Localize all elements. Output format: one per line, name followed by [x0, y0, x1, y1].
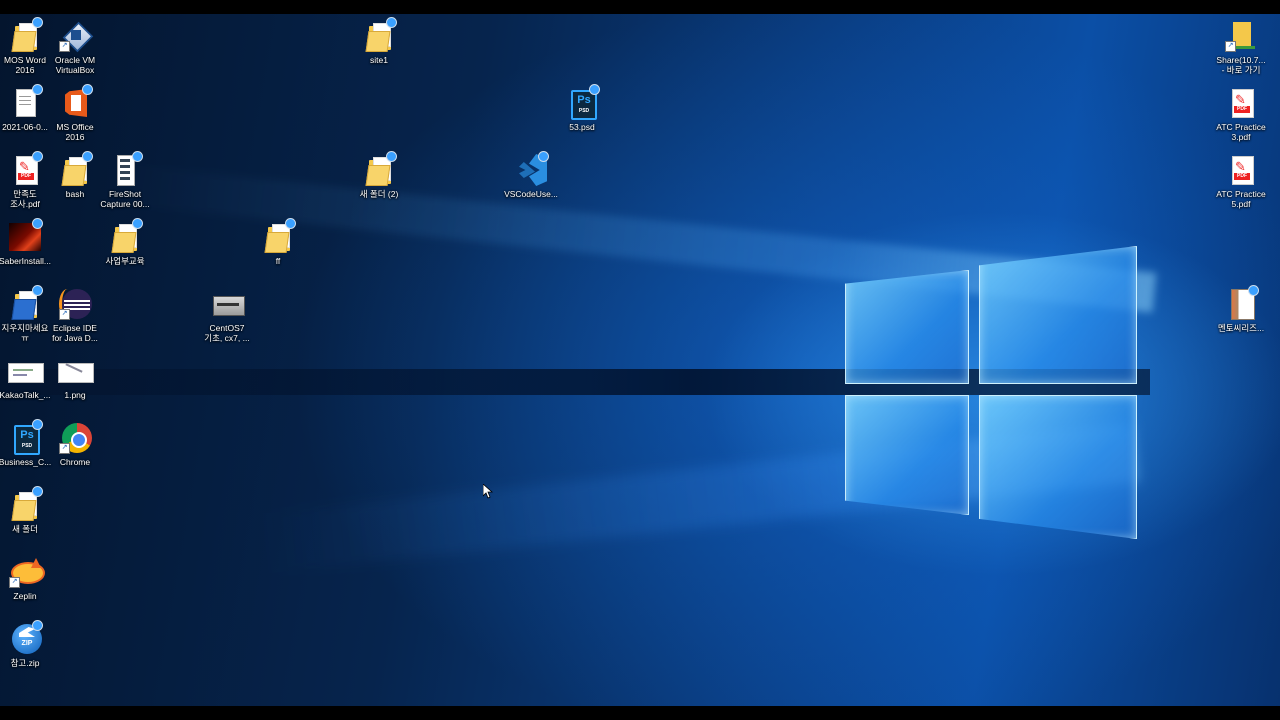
icon-label: 새 폴더	[12, 524, 38, 534]
desktop-icon-business-edu[interactable]: 사업부교육	[100, 218, 150, 266]
icon-label: MS Office 2016	[56, 122, 94, 142]
folder-icon	[11, 486, 43, 521]
pdf-icon: ✎ PDF	[1227, 87, 1255, 119]
desktop-icon-new-folder[interactable]: 새 폴더	[0, 486, 50, 534]
desktop-icon-ref-zip[interactable]: ZIP 참고.zip	[0, 620, 50, 668]
icon-label: FireShot Capture 00...	[100, 189, 150, 209]
folder-icon	[365, 151, 397, 186]
pdf-icon: ✎ PDF	[1227, 154, 1255, 186]
folder-icon	[61, 151, 93, 186]
desktop-icon-png1[interactable]: 1.png	[50, 355, 100, 400]
light-beam	[0, 369, 1150, 395]
windows-logo-pane-br	[979, 395, 1137, 539]
icon-label: ATC Practice 5.pdf	[1216, 189, 1266, 209]
virtualbox-icon: ↗	[59, 20, 94, 53]
pdf-icon: ✎ PDF	[11, 151, 43, 186]
document-icon	[11, 84, 43, 119]
icon-label: Share(10.7... - 바로 가기	[1216, 55, 1266, 75]
icon-label: ff	[275, 256, 281, 266]
folder-icon	[11, 285, 43, 320]
icon-label: 사업부교육	[105, 256, 145, 266]
virtual-disk-icon	[213, 288, 245, 320]
desktop-icon-vscode[interactable]: VSCodeUse...	[504, 151, 558, 199]
desktop-icon-kakaotalk[interactable]: KakaoTalk_...	[0, 355, 51, 400]
desktop-icon-psd-53[interactable]: Ps PSD 53.psd	[557, 84, 607, 132]
folder-icon	[111, 218, 143, 253]
archive-icon	[1227, 285, 1259, 320]
desktop-icon-chrome[interactable]: ↗ Chrome	[50, 422, 100, 467]
network-folder-icon: ↗	[1225, 20, 1255, 52]
desktop-icon-eclipse[interactable]: ↗ Eclipse IDE for Java D...	[50, 288, 100, 343]
icon-label: CentOS7 기초, cx7, ...	[204, 323, 250, 343]
icon-label: Chrome	[59, 457, 91, 467]
photoshop-icon: Ps PSD	[568, 84, 600, 120]
folder-icon	[11, 17, 43, 52]
icon-label: site1	[370, 55, 388, 65]
folder-icon	[264, 218, 296, 253]
letterbox-bottom	[0, 706, 1280, 720]
desktop-icon-atc5[interactable]: ✎ PDF ATC Practice 5.pdf	[1216, 154, 1266, 209]
desktop-icon-share[interactable]: ↗ Share(10.7... - 바로 가기	[1216, 20, 1266, 75]
desktop-icon-survey-pdf[interactable]: ✎ PDF 만족도 조사.pdf	[0, 151, 50, 209]
icon-label: 참고.zip	[10, 658, 40, 668]
windows-logo-pane-bl	[845, 395, 969, 515]
fireshot-icon	[111, 151, 143, 186]
desktop-icon-mentor[interactable]: 멘토씨리즈...	[1216, 285, 1266, 333]
icon-label: ATC Practice 3.pdf	[1216, 122, 1266, 142]
icon-label: SaberInstall...	[0, 256, 51, 266]
icon-label: VSCodeUse...	[504, 189, 558, 199]
desktop[interactable]: MOS Word 2016 2021-06-0... ✎ PDF 만족도 조사.p…	[0, 14, 1280, 706]
office-icon	[61, 84, 93, 119]
desktop-icon-mos-word[interactable]: MOS Word 2016	[0, 17, 50, 75]
desktop-icon-saber[interactable]: SaberInstall...	[0, 218, 51, 266]
icon-label: 53.psd	[569, 122, 595, 132]
desktop-icon-oracle-vm[interactable]: ↗ Oracle VM VirtualBox	[50, 20, 100, 75]
desktop-icon-doc-2021[interactable]: 2021-06-0...	[0, 84, 50, 132]
windows-logo-pane-tr	[979, 246, 1137, 384]
photoshop-icon: Ps PSD	[11, 419, 43, 455]
desktop-icon-bash[interactable]: bash	[50, 151, 100, 199]
installer-icon	[9, 218, 43, 253]
icon-label: Oracle VM VirtualBox	[54, 55, 96, 75]
desktop-icon-jiujima[interactable]: 지우지마세요 ㅠ	[0, 285, 50, 343]
desktop-icon-ff[interactable]: ff	[253, 218, 303, 266]
desktop-icon-business-c[interactable]: Ps PSD Business_C...	[0, 419, 51, 467]
desktop-icon-site1[interactable]: site1	[354, 17, 404, 65]
desktop-icon-zeplin[interactable]: ↗ Zeplin	[0, 556, 50, 601]
windows-logo-pane-tl	[845, 270, 969, 384]
zeplin-icon: ↗	[9, 556, 45, 588]
image-icon	[58, 355, 94, 387]
chrome-icon: ↗	[59, 422, 92, 454]
letterbox-top	[0, 0, 1280, 14]
desktop-icon-atc3[interactable]: ✎ PDF ATC Practice 3.pdf	[1216, 87, 1266, 142]
desktop-icon-centos[interactable]: CentOS7 기초, cx7, ...	[202, 288, 252, 343]
desktop-icon-fireshot[interactable]: FireShot Capture 00...	[100, 151, 150, 209]
vscode-icon	[517, 151, 549, 186]
folder-icon	[365, 17, 397, 52]
image-icon	[8, 355, 44, 387]
icon-label: 1.png	[64, 390, 86, 400]
desktop-icon-new-folder-2[interactable]: 새 폴더 (2)	[354, 151, 404, 199]
eclipse-icon: ↗	[59, 288, 92, 320]
desktop-icon-ms-office[interactable]: MS Office 2016	[50, 84, 100, 142]
icon-label: Eclipse IDE for Java D...	[52, 323, 98, 343]
icon-label: Zeplin	[13, 591, 37, 601]
icon-label: 멘토씨리즈...	[1217, 323, 1265, 333]
icon-label: 새 폴더 (2)	[359, 189, 399, 199]
zip-icon: ZIP	[11, 620, 43, 655]
